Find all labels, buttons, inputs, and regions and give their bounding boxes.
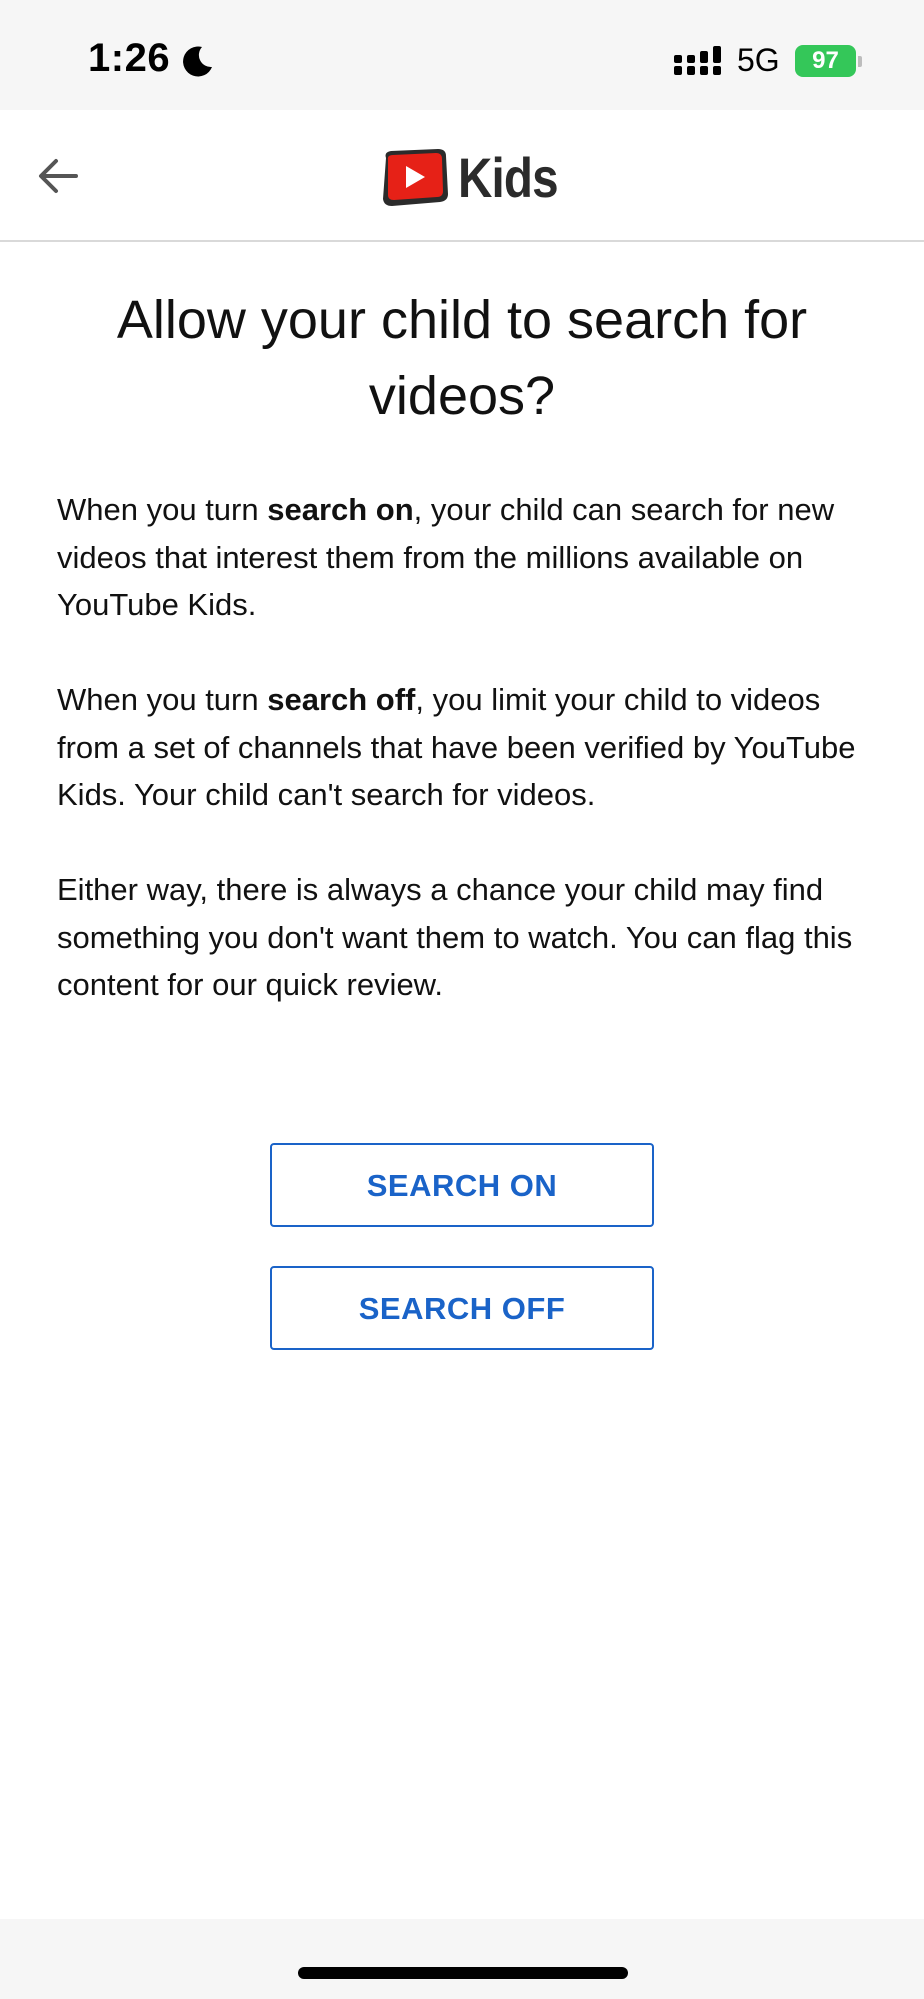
back-button[interactable] (22, 140, 94, 212)
logo-text: Kids (458, 146, 559, 209)
paragraph-search-off: When you turn search off, you limit your… (57, 676, 887, 819)
bottom-bar (0, 1919, 924, 1999)
battery-icon: 97 (795, 45, 862, 77)
description: When you turn search on, your child can … (57, 486, 887, 1056)
youtube-kids-logo: Kids (378, 146, 559, 210)
app-header: Kids (0, 110, 924, 242)
battery-cap (858, 56, 862, 67)
bold-term: search off (267, 682, 416, 717)
paragraph-search-on: When you turn search on, your child can … (57, 486, 887, 629)
back-arrow-icon (39, 159, 78, 193)
status-time: 1:26 (88, 36, 171, 80)
youtube-play-logo-icon (383, 149, 448, 206)
battery-level: 97 (795, 45, 856, 77)
signal-icon (674, 46, 721, 75)
paragraph-either-way: Either way, there is always a chance you… (57, 872, 853, 1002)
network-label: 5G (737, 42, 780, 78)
page-title: Allow your child to search for videos? (116, 290, 808, 426)
paragraph-text: When you turn (57, 682, 268, 717)
search-off-button[interactable]: SEARCH OFF (270, 1266, 654, 1350)
paragraph-text: When you turn (57, 492, 268, 527)
home-indicator[interactable] (298, 1967, 628, 1979)
bold-term: search on (267, 492, 414, 527)
search-on-button[interactable]: SEARCH ON (270, 1143, 654, 1227)
status-bar: 1:26 5G 97 (0, 0, 924, 110)
moon-icon (183, 46, 212, 77)
